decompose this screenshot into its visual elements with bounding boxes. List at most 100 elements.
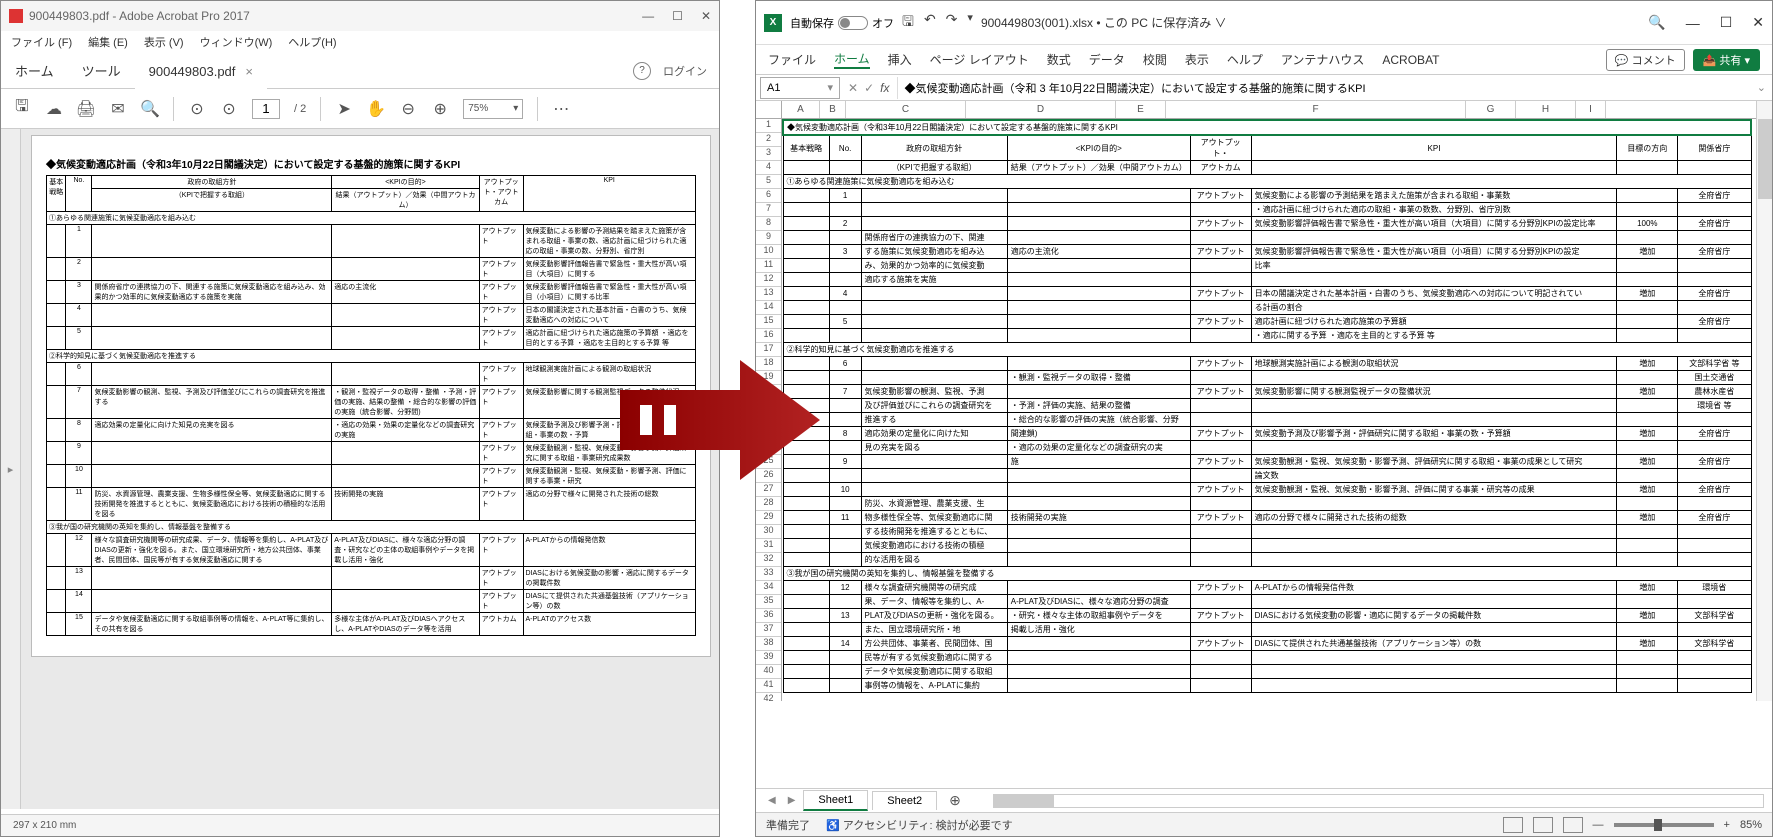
col-header-F[interactable]: F <box>1166 101 1466 118</box>
table-row[interactable]: データや気候変動適応に関する取組 <box>783 665 1751 679</box>
sheet-nav-prev[interactable]: ◀ <box>764 795 780 806</box>
ribbon-file[interactable]: ファイル <box>768 51 816 68</box>
row-header-41[interactable]: 41 <box>756 679 781 693</box>
tab-document[interactable]: 900449803.pdf <box>135 53 267 89</box>
row-header-33[interactable]: 33 <box>756 567 781 581</box>
zoom-in-button[interactable]: + <box>1724 819 1730 831</box>
maximize-button[interactable]: ☐ <box>672 9 683 23</box>
row-header-37[interactable]: 37 <box>756 623 781 637</box>
col-header-B[interactable]: B <box>820 101 846 118</box>
row-header-15[interactable]: 15 <box>756 315 781 329</box>
page-down-icon[interactable]: ⊙ <box>220 100 238 118</box>
ribbon-data[interactable]: データ <box>1089 51 1125 68</box>
table-row[interactable]: する技術開発を推進するとともに、 <box>783 525 1751 539</box>
row-header-40[interactable]: 40 <box>756 665 781 679</box>
page-up-icon[interactable]: ⊙ <box>188 100 206 118</box>
horizontal-scrollbar[interactable] <box>993 794 1764 808</box>
name-box[interactable]: A1▾ <box>760 77 840 99</box>
col-header-I[interactable]: I <box>1576 101 1606 118</box>
ribbon-antenna[interactable]: アンテナハウス <box>1281 51 1365 68</box>
col-header-G[interactable]: G <box>1466 101 1516 118</box>
table-row[interactable]: 11物多様性保全等、気候変動適応に関技術開発の実施アウトプット適応の分野で様々に… <box>783 511 1751 525</box>
table-row[interactable]: 13PLAT及びDIASの更新・強化を図る。・研究・様々な主体の取組事例やデータ… <box>783 609 1751 623</box>
table-row[interactable]: 9施アウトプット気候変動観測・監視、気候変動・影響予測、評価研究に関する取組・事… <box>783 455 1751 469</box>
redo-icon[interactable]: ↷ <box>946 11 958 35</box>
view-pagebreak-icon[interactable] <box>1563 817 1583 833</box>
table-row[interactable]: 防災、水資源管理、農業支援、生 <box>783 497 1751 511</box>
zoom-out-button[interactable]: — <box>1593 819 1604 831</box>
cancel-icon[interactable]: ✕ <box>848 81 858 95</box>
menu-file[interactable]: ファイル (F) <box>11 34 72 50</box>
table-row[interactable]: ・観測・監視データの取得・整備国土交通省 <box>783 371 1751 385</box>
sheet-tab-1[interactable]: Sheet1 <box>803 790 868 811</box>
row-header-1[interactable]: 1 <box>756 119 781 133</box>
table-row[interactable]: 1アウトプット気候変動による影響の予測結果を踏まえた施策が含まれる取組・事業数全… <box>783 189 1751 203</box>
col-header-E[interactable]: E <box>1116 101 1166 118</box>
row-header-32[interactable]: 32 <box>756 553 781 567</box>
table-row[interactable]: 6アウトプット地球観測実施計画による観測の取組状況増加文部科学省 等 <box>783 357 1751 371</box>
minimize-button[interactable]: — <box>1686 15 1700 31</box>
table-row[interactable]: 7気候変動影響の観測、監視、予測アウトプット気候変動影響に関する観測監視データの… <box>783 385 1751 399</box>
table-row[interactable]: 12様々な調査研究機関等の研究成アウトプットA-PLATからの情報発信件数増加環… <box>783 581 1751 595</box>
tab-tools[interactable]: ツール <box>68 53 135 89</box>
row-header-14[interactable]: 14 <box>756 301 781 315</box>
menu-view[interactable]: 表示 (V) <box>144 34 184 50</box>
row-header-6[interactable]: 6 <box>756 189 781 203</box>
zoom-select[interactable]: 75%▾ <box>463 99 523 119</box>
table-row[interactable]: 4アウトプット日本の閣議決定された基本計画・白書のうち、気候変動適応への対応につ… <box>783 287 1751 301</box>
maximize-button[interactable]: ☐ <box>1720 14 1733 31</box>
ribbon-view[interactable]: 表示 <box>1185 51 1209 68</box>
acrobat-sidebar-toggle[interactable]: ▸ <box>1 129 21 809</box>
ribbon-insert[interactable]: 挿入 <box>888 51 912 68</box>
row-header-9[interactable]: 9 <box>756 231 781 245</box>
zoom-level[interactable]: 85% <box>1740 819 1762 831</box>
table-row[interactable]: ・適応計画に紐づけられた適応の取組・事業の数数、分野別、省庁別数 <box>783 203 1751 217</box>
more-icon[interactable]: ⋯ <box>552 100 570 118</box>
table-row[interactable]: 及び評価並びにこれらの調査研究を・予測・評価の実施、結果の整備環境省 等 <box>783 399 1751 413</box>
table-row[interactable]: 気候変動適応における技術の積極 <box>783 539 1751 553</box>
share-button[interactable]: 📤 共有 ▾ <box>1693 49 1760 71</box>
row-header-36[interactable]: 36 <box>756 609 781 623</box>
cloud-icon[interactable]: ☁ <box>45 100 63 118</box>
save-icon[interactable]: 🖫 <box>902 11 914 35</box>
col-header-H[interactable]: H <box>1516 101 1576 118</box>
row-header-39[interactable]: 39 <box>756 651 781 665</box>
table-row[interactable]: 推進する・総合的な影響の評価の実施（統合影響、分野 <box>783 413 1751 427</box>
table-row[interactable]: 適応する施策を実施 <box>783 273 1751 287</box>
fx-icon[interactable]: fx <box>880 81 889 95</box>
ribbon-review[interactable]: 校閲 <box>1143 51 1167 68</box>
menu-help[interactable]: ヘルプ(H) <box>288 34 336 50</box>
select-all-corner[interactable] <box>756 101 782 119</box>
table-row[interactable]: ・適応に関する予算 ・適応を主目的とする予算 等 <box>783 329 1751 343</box>
row-header-30[interactable]: 30 <box>756 525 781 539</box>
help-icon[interactable]: ? <box>633 62 651 80</box>
ribbon-help[interactable]: ヘルプ <box>1227 51 1263 68</box>
zoom-out-icon[interactable]: ⊖ <box>399 100 417 118</box>
table-row[interactable]: また、国立環境研究所・地掲載し活用・強化 <box>783 623 1751 637</box>
table-row[interactable]: 関係府省庁の連携協力の下、関連 <box>783 231 1751 245</box>
row-header-16[interactable]: 16 <box>756 329 781 343</box>
row-header-7[interactable]: 7 <box>756 203 781 217</box>
row-header-28[interactable]: 28 <box>756 497 781 511</box>
login-link[interactable]: ログイン <box>663 63 707 79</box>
table-row[interactable]: 見の充実を図る・適応の効果の定量化などの調査研究の実 <box>783 441 1751 455</box>
table-row[interactable]: み、効果的かつ効率的に気候変動比率 <box>783 259 1751 273</box>
ribbon-acrobat[interactable]: ACROBAT <box>1382 53 1439 67</box>
col-header-D[interactable]: D <box>966 101 1116 118</box>
table-row[interactable]: 10アウトプット気候変動観測・監視、気候変動・影響予測、評価に関する事業・研究等… <box>783 483 1751 497</box>
table-row[interactable]: 3する施策に気候変動適応を組み込適応の主流化アウトプット気候変動影響評価報告書で… <box>783 245 1751 259</box>
autosave-toggle[interactable]: 自動保存 オフ <box>790 15 894 31</box>
row-header-8[interactable]: 8 <box>756 217 781 231</box>
table-row[interactable]: 論文数 <box>783 469 1751 483</box>
menu-edit[interactable]: 編集 (E) <box>88 34 128 50</box>
pointer-icon[interactable]: ➤ <box>335 100 353 118</box>
formula-input[interactable]: ◆気候変動適応計画（令和 3 年10月22日閣議決定）において設定する基盤的施策… <box>897 77 1750 99</box>
row-header-11[interactable]: 11 <box>756 259 781 273</box>
zoom-in-icon[interactable]: ⊕ <box>431 100 449 118</box>
undo-icon[interactable]: ↶ <box>924 11 936 35</box>
column-headers[interactable]: ABCDEFGHI <box>782 101 1772 119</box>
row-header-29[interactable]: 29 <box>756 511 781 525</box>
sheet-tab-2[interactable]: Sheet2 <box>872 791 937 810</box>
row-header-17[interactable]: 17 <box>756 343 781 357</box>
enter-icon[interactable]: ✓ <box>864 81 874 95</box>
